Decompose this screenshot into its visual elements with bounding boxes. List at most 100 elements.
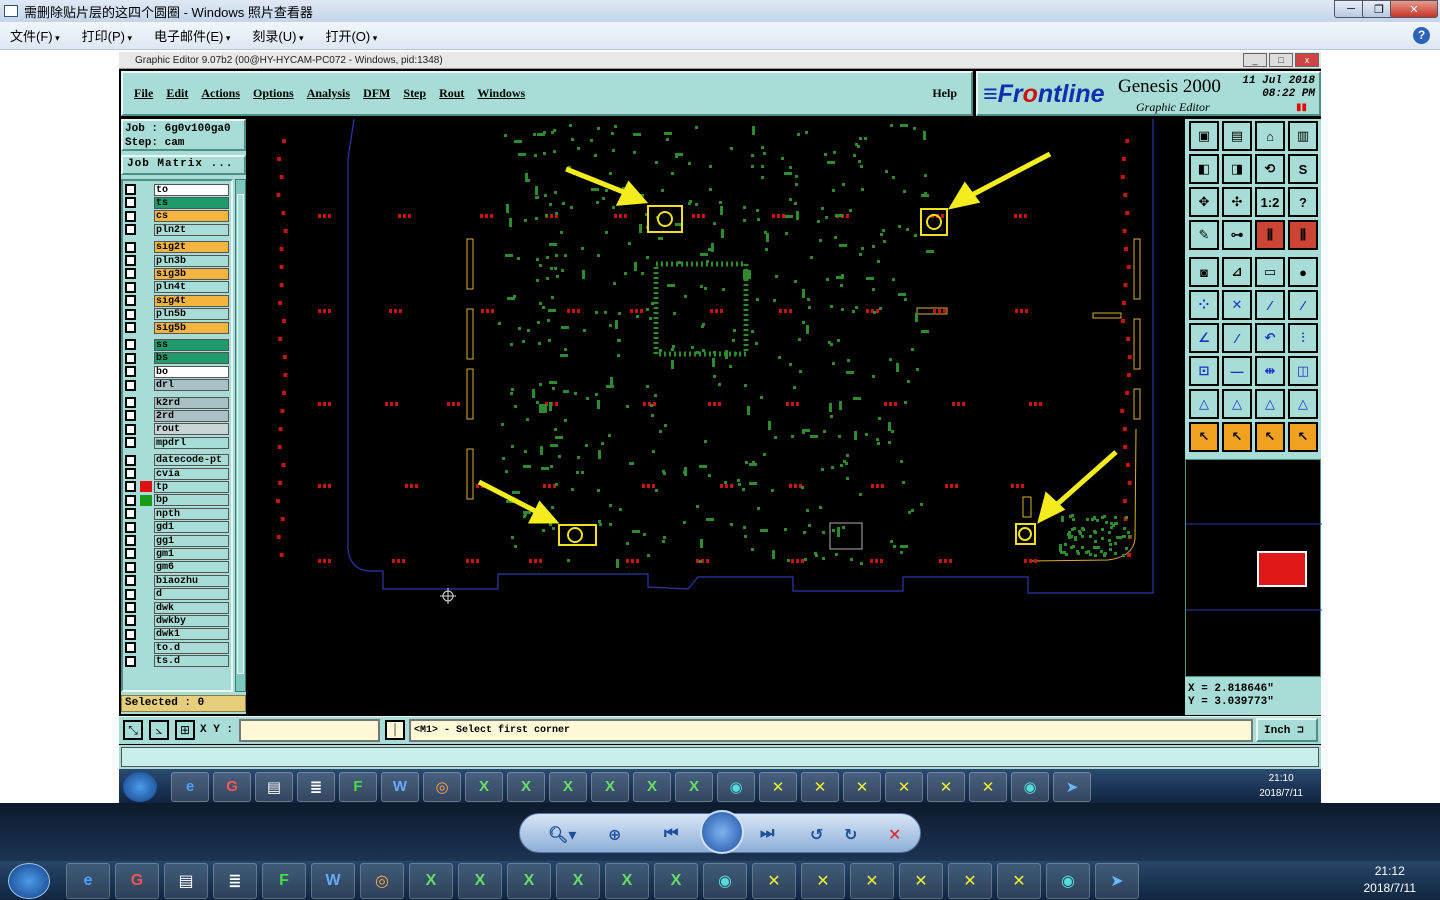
layer-row[interactable]: sig4t	[125, 294, 229, 307]
layer-checkbox[interactable]	[125, 379, 136, 391]
layer-checkbox[interactable]	[125, 352, 136, 364]
window-icon[interactable]: ✕	[997, 862, 1041, 899]
layer-checkbox[interactable]	[125, 339, 136, 351]
tool-button[interactable]: ⁄	[1255, 290, 1285, 320]
tool-button[interactable]: ✣	[1222, 187, 1252, 217]
layer-row[interactable]: drl	[125, 379, 229, 392]
window-icon[interactable]: ✕	[899, 862, 943, 899]
layer-checkbox[interactable]	[125, 535, 136, 546]
window-icon[interactable]: ✕	[850, 862, 894, 899]
layer-checkbox[interactable]	[125, 655, 136, 667]
app-icon[interactable]: G	[115, 862, 159, 899]
tool-button[interactable]: ↖	[1255, 422, 1285, 452]
tool-button[interactable]: ◫	[1288, 356, 1318, 386]
tool-button[interactable]: ⁘	[1189, 290, 1219, 320]
layer-row[interactable]: ts	[125, 196, 229, 209]
layer-checkbox[interactable]	[125, 481, 136, 493]
layer-scrollbar[interactable]	[235, 179, 246, 692]
layer-name[interactable]: cvia	[154, 467, 229, 480]
ge-menu-help[interactable]: Help	[932, 86, 957, 101]
layer-name[interactable]: pln2t	[154, 223, 229, 236]
inner-window-icon[interactable]: ✕	[969, 771, 1007, 802]
layer-checkbox[interactable]	[125, 241, 136, 253]
inner-excel-icon[interactable]: X	[465, 771, 503, 802]
layer-row[interactable]: to.d	[125, 641, 229, 654]
tool-button[interactable]: ●	[1288, 257, 1318, 287]
tool-button[interactable]: ✕	[1222, 290, 1252, 320]
inner-excel-icon[interactable]: X	[507, 771, 545, 802]
layer-checkbox[interactable]	[125, 423, 136, 435]
layer-name[interactable]: rout	[154, 423, 229, 436]
layer-checkbox[interactable]	[125, 184, 136, 195]
layer-row[interactable]: gm1	[125, 547, 229, 560]
layer-name[interactable]: to	[154, 183, 229, 196]
layer-checkbox[interactable]	[125, 602, 136, 613]
layer-name[interactable]: gm1	[154, 547, 229, 560]
tool-button[interactable]: △	[1189, 389, 1219, 419]
layer-name[interactable]: datecode-pt	[154, 454, 229, 467]
layer-checkbox[interactable]	[125, 295, 136, 307]
layer-name[interactable]: gg1	[154, 534, 229, 547]
layer-name[interactable]: pln4t	[154, 281, 229, 294]
tool-button[interactable]: ▭	[1255, 257, 1285, 287]
shell-icon[interactable]: ◎	[360, 862, 404, 899]
layer-name[interactable]: pln5b	[154, 308, 229, 321]
inner-excel-icon[interactable]: X	[675, 771, 713, 802]
layer-name[interactable]: pln3b	[154, 254, 229, 267]
inner-shell-icon[interactable]: ◎	[423, 771, 461, 802]
tool-button[interactable]: 1:2	[1255, 187, 1285, 217]
layer-checkbox[interactable]	[125, 494, 136, 506]
layer-name[interactable]: sig2t	[154, 241, 229, 254]
layer-name[interactable]: bo	[154, 365, 229, 378]
tool-button[interactable]: ⫼	[1288, 220, 1318, 250]
tool-button[interactable]: ⇹	[1255, 356, 1285, 386]
layer-name[interactable]: bp	[154, 494, 229, 507]
scrollbar-thumb[interactable]	[237, 194, 244, 674]
layer-name[interactable]: biaozhu	[154, 574, 229, 587]
menu-open[interactable]: 打开(O)	[325, 26, 377, 45]
layer-name[interactable]: mpdrl	[154, 436, 229, 449]
layer-row[interactable]: pln3b	[125, 254, 229, 267]
tool-button[interactable]: ↖	[1222, 422, 1252, 452]
layer-row[interactable]: gm6	[125, 561, 229, 574]
close-button[interactable]: ✕	[1390, 0, 1438, 18]
doc-icon[interactable]: ≣	[213, 862, 257, 899]
inner-start-button[interactable]	[123, 771, 157, 802]
tool-button[interactable]: ◨	[1222, 154, 1252, 184]
inner-word-icon[interactable]: W	[381, 771, 419, 802]
excel-icon[interactable]: X	[654, 862, 698, 899]
message-field[interactable]	[121, 747, 1319, 767]
layer-row[interactable]: pln5b	[125, 308, 229, 321]
zoom-tool-icon[interactable]: ⤡	[123, 720, 143, 740]
layer-checkbox[interactable]	[125, 255, 136, 266]
layer-name[interactable]: dwk	[154, 601, 229, 614]
layer-name[interactable]: 2rd	[154, 409, 229, 422]
tool-button[interactable]: ▤	[1222, 121, 1252, 151]
window-icon[interactable]: ✕	[948, 862, 992, 899]
ge-close-button[interactable]: x	[1295, 53, 1319, 67]
tool-button[interactable]: ⫶	[1288, 323, 1318, 353]
overview-window[interactable]	[1185, 459, 1322, 677]
zoom-icon[interactable]: 🔍︎▾	[548, 825, 576, 845]
layer-checkbox[interactable]	[125, 308, 136, 320]
layer-row[interactable]: dwk1	[125, 628, 229, 641]
ge-menu-rout[interactable]: Rout	[439, 86, 464, 101]
tool-button[interactable]: ↖	[1189, 422, 1219, 452]
ge-menu-file[interactable]: File	[134, 86, 153, 101]
actual-size-icon[interactable]: ⊕	[608, 825, 621, 845]
layer-row[interactable]: bp	[125, 494, 229, 507]
layer-name[interactable]: ts	[154, 196, 229, 209]
layer-checkbox[interactable]	[125, 437, 136, 449]
layer-row[interactable]: bo	[125, 365, 229, 378]
layer-row[interactable]: tp	[125, 480, 229, 493]
ge-menu-dfm[interactable]: DFM	[363, 86, 390, 101]
excel-icon[interactable]: X	[409, 862, 453, 899]
excel-icon[interactable]: X	[458, 862, 502, 899]
layer-row[interactable]: k2rd	[125, 396, 229, 409]
tool-button[interactable]: ▥	[1288, 121, 1318, 151]
tool-button[interactable]: ⟲	[1255, 154, 1285, 184]
ge-menu-analysis[interactable]: Analysis	[307, 86, 350, 101]
layer-name[interactable]: drl	[154, 379, 229, 392]
tool-button[interactable]: ◙	[1189, 257, 1219, 287]
layer-row[interactable]: dwkby	[125, 614, 229, 627]
